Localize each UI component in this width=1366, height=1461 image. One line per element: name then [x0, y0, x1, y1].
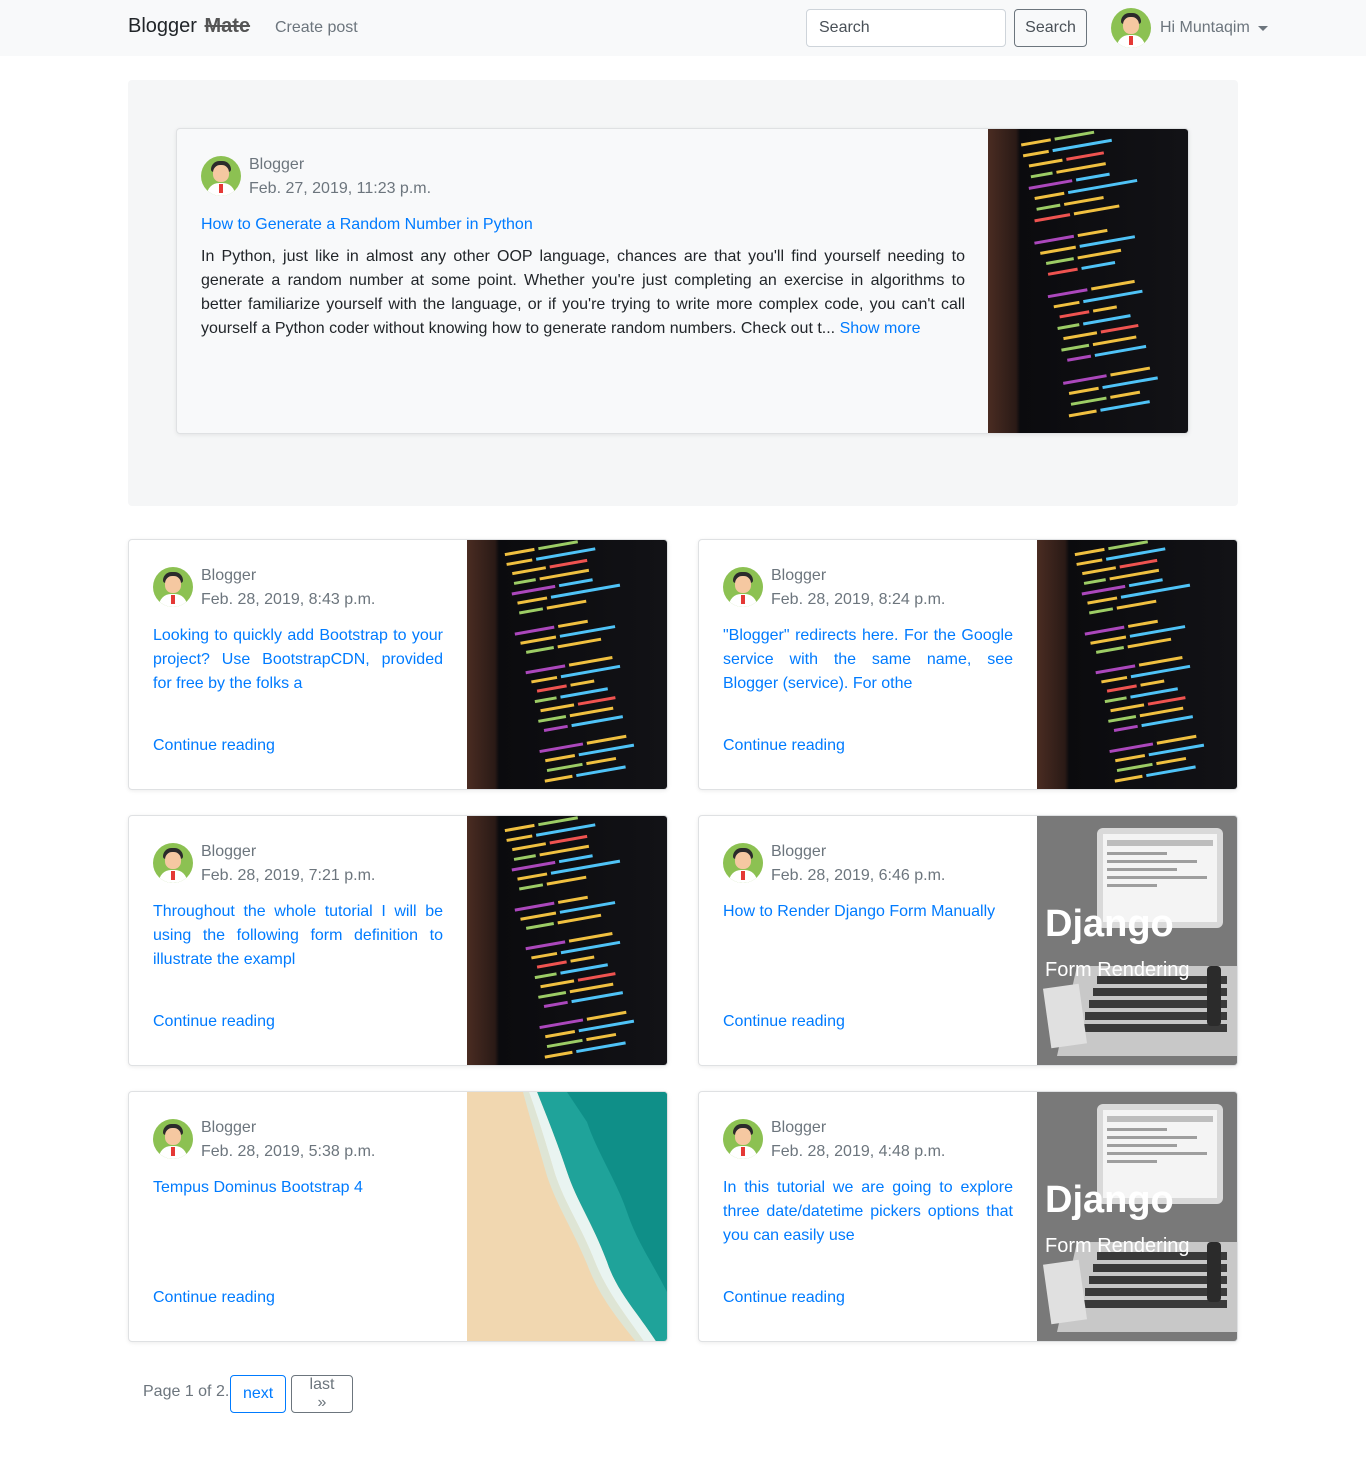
show-more-link[interactable]: Show more — [840, 320, 921, 337]
post-meta: Blogger Feb. 28, 2019, 8:24 p.m. — [723, 567, 945, 612]
post-excerpt: In Python, just like in almost any other… — [201, 245, 965, 341]
continue-reading-link[interactable]: Continue reading — [723, 1010, 845, 1034]
post-author: Blogger — [201, 567, 257, 584]
search-input[interactable] — [806, 9, 1006, 47]
django-laptop-image: Django Form Rendering — [1037, 816, 1237, 1065]
featured-section: Blogger Feb. 27, 2019, 11:23 p.m. How to… — [128, 80, 1238, 506]
post-author: Blogger — [249, 156, 305, 173]
post-date: Feb. 28, 2019, 4:48 p.m. — [771, 1143, 946, 1160]
post-author: Blogger — [771, 843, 827, 860]
post-card: Blogger Feb. 28, 2019, 8:43 p.m. Looking… — [128, 539, 668, 790]
post-author: Blogger — [771, 1119, 827, 1136]
author-avatar — [723, 1119, 763, 1159]
post-title-link[interactable]: "Blogger" redirects here. For the Google… — [723, 624, 1013, 696]
continue-reading-link[interactable]: Continue reading — [723, 734, 845, 758]
brand-logo[interactable]: Blogger Mate — [128, 15, 250, 38]
post-title-link[interactable]: In this tutorial we are going to explore… — [723, 1176, 1013, 1248]
post-title-link[interactable]: Throughout the whole tutorial I will be … — [153, 900, 443, 972]
brand-suffix: Mate — [204, 15, 251, 37]
code-screen-image — [988, 129, 1188, 433]
post-card: Blogger Feb. 28, 2019, 6:46 p.m. How to … — [698, 815, 1238, 1066]
code-screen-image — [467, 816, 667, 1065]
post-meta: Blogger Feb. 28, 2019, 8:43 p.m. — [153, 567, 375, 612]
continue-reading-link[interactable]: Continue reading — [723, 1286, 845, 1310]
user-menu-dropdown[interactable]: Hi Muntaqim — [1111, 8, 1268, 48]
last-page-button[interactable]: last » — [291, 1375, 353, 1413]
user-greeting: Hi Muntaqim — [1160, 19, 1250, 36]
post-meta: Blogger Feb. 28, 2019, 6:46 p.m. — [723, 843, 945, 888]
author-avatar — [153, 567, 193, 607]
avatar — [1111, 8, 1151, 48]
continue-reading-link[interactable]: Continue reading — [153, 1286, 275, 1310]
post-author: Blogger — [771, 567, 827, 584]
post-meta: Blogger Feb. 28, 2019, 5:38 p.m. — [153, 1119, 375, 1164]
post-meta: Blogger Feb. 28, 2019, 4:48 p.m. — [723, 1119, 945, 1164]
django-laptop-image: Django Form Rendering — [1037, 1092, 1237, 1341]
post-card: Blogger Feb. 28, 2019, 4:48 p.m. In this… — [698, 1091, 1238, 1342]
post-title-link[interactable]: Tempus Dominus Bootstrap 4 — [153, 1176, 443, 1200]
image-text-form-rendering: Form Rendering — [1045, 1235, 1190, 1257]
post-date: Feb. 28, 2019, 6:46 p.m. — [771, 867, 946, 884]
author-avatar — [153, 1119, 193, 1159]
brand-name: Blogger — [128, 15, 197, 37]
author-avatar — [723, 843, 763, 883]
image-text-form-rendering: Form Rendering — [1045, 959, 1190, 981]
post-meta: Blogger Feb. 27, 2019, 11:23 p.m. — [201, 156, 431, 201]
code-screen-image — [1037, 540, 1237, 789]
create-post-link[interactable]: Create post — [275, 19, 358, 37]
search-button[interactable]: Search — [1014, 9, 1087, 47]
post-card: Blogger Feb. 28, 2019, 8:24 p.m. "Blogge… — [698, 539, 1238, 790]
continue-reading-link[interactable]: Continue reading — [153, 1010, 275, 1034]
pagination-status: Page 1 of 2. — [143, 1383, 230, 1400]
next-page-button[interactable]: next — [230, 1375, 286, 1413]
featured-post-card: Blogger Feb. 27, 2019, 11:23 p.m. How to… — [176, 128, 1189, 434]
post-date: Feb. 28, 2019, 7:21 p.m. — [201, 867, 376, 884]
author-avatar — [723, 567, 763, 607]
continue-reading-link[interactable]: Continue reading — [153, 734, 275, 758]
image-text-django: Django — [1045, 903, 1174, 945]
chevron-down-icon — [1257, 25, 1268, 31]
post-card: Blogger Feb. 28, 2019, 5:38 p.m. Tempus … — [128, 1091, 668, 1342]
post-date: Feb. 28, 2019, 8:43 p.m. — [201, 591, 376, 608]
image-text-django: Django — [1045, 1179, 1174, 1221]
author-avatar — [201, 156, 241, 196]
post-title-link[interactable]: How to Generate a Random Number in Pytho… — [201, 213, 533, 237]
author-avatar — [153, 843, 193, 883]
post-date: Feb. 27, 2019, 11:23 p.m. — [249, 180, 432, 197]
navbar: Blogger Mate Create post Search Hi Munta… — [0, 0, 1366, 56]
beach-aerial-image — [467, 1092, 667, 1341]
post-author: Blogger — [201, 843, 257, 860]
post-meta: Blogger Feb. 28, 2019, 7:21 p.m. — [153, 843, 375, 888]
post-title-link[interactable]: Looking to quickly add Bootstrap to your… — [153, 624, 443, 696]
post-title-link[interactable]: How to Render Django Form Manually — [723, 900, 1013, 924]
post-card: Blogger Feb. 28, 2019, 7:21 p.m. Through… — [128, 815, 668, 1066]
code-screen-image — [467, 540, 667, 789]
post-date: Feb. 28, 2019, 5:38 p.m. — [201, 1143, 376, 1160]
post-author: Blogger — [201, 1119, 257, 1136]
post-date: Feb. 28, 2019, 8:24 p.m. — [771, 591, 946, 608]
